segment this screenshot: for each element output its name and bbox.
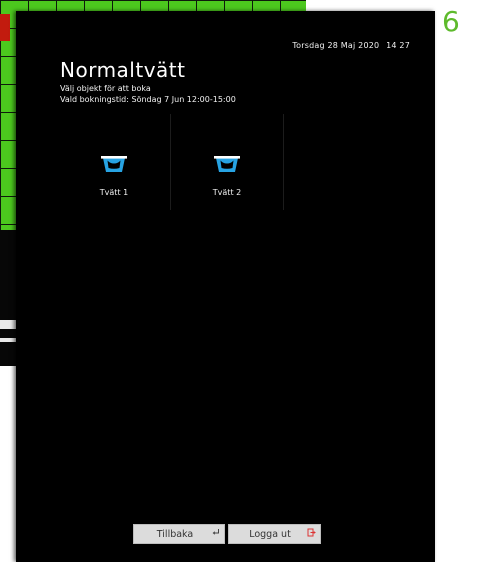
page-title: Normaltvätt	[60, 58, 186, 82]
logout-button-label: Logga ut	[249, 529, 291, 540]
logout-button[interactable]: Logga ut	[228, 524, 321, 544]
return-arrow-icon	[212, 529, 219, 535]
washing-tub-icon	[214, 156, 240, 172]
object-label: Tvätt 1	[99, 188, 129, 197]
clock-date: Torsdag 28 Maj 2020	[292, 41, 380, 50]
booked-slot-cell	[0, 14, 10, 41]
step-number: 6	[442, 5, 460, 38]
back-button-label: Tillbaka	[156, 529, 194, 540]
clock-display: Torsdag 28 Maj 2020 14 27	[288, 41, 410, 50]
washing-tub-icon	[101, 156, 127, 172]
instruction-text: Välj objekt för att boka	[60, 84, 151, 93]
photo-stage: Torsdag 28 Maj 2020 14 27 Normaltvätt Vä…	[0, 0, 477, 562]
object-list: Tvätt 1 Tvätt 2	[58, 114, 284, 210]
object-tvatt-1[interactable]: Tvätt 1	[58, 114, 171, 210]
back-button[interactable]: Tillbaka	[133, 524, 225, 544]
object-tvatt-2[interactable]: Tvätt 2	[171, 114, 284, 210]
clock-time: 14 27	[386, 41, 410, 50]
booking-terminal-screen: Torsdag 28 Maj 2020 14 27 Normaltvätt Vä…	[16, 11, 435, 562]
object-label: Tvätt 2	[212, 188, 242, 197]
selected-booking-time: Vald bokningstid: Söndag 7 Jun 12:00-15:…	[60, 95, 236, 104]
exit-icon	[307, 528, 316, 537]
